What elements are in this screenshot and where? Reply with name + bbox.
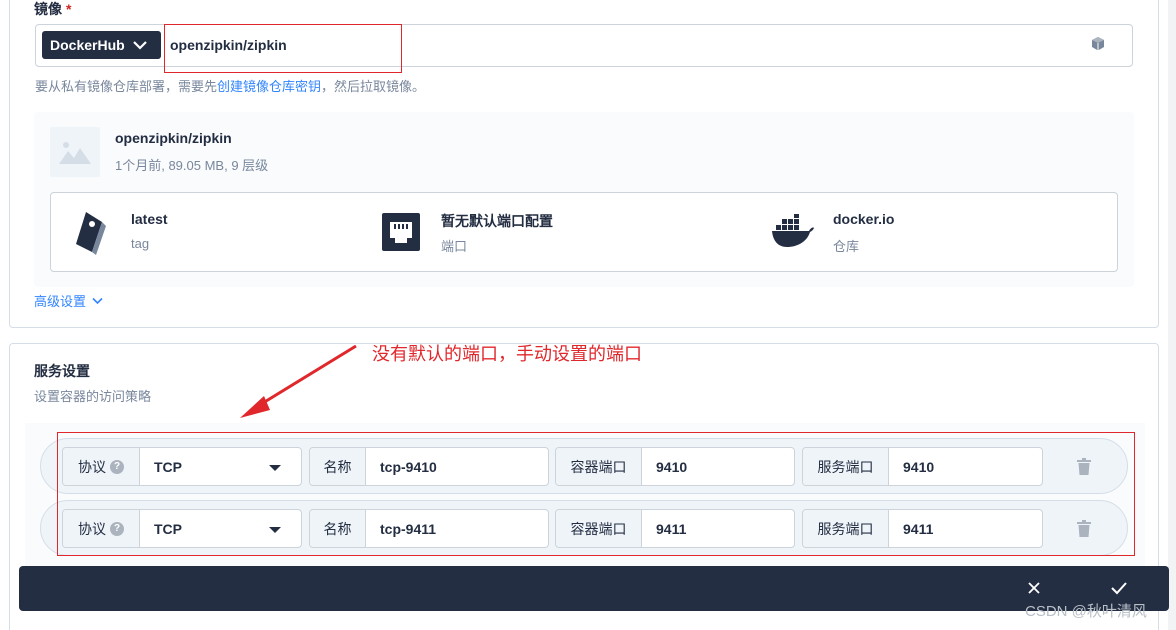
private-registry-hint: 要从私有镜像仓库部署，需要先创建镜像仓库密钥，然后拉取镜像。 bbox=[35, 76, 425, 95]
advanced-settings-toggle[interactable]: 高级设置 bbox=[34, 291, 103, 310]
check-icon[interactable] bbox=[1110, 580, 1128, 596]
service-settings-title: 服务设置 bbox=[34, 363, 90, 379]
image-placeholder bbox=[50, 127, 100, 177]
watermark: CSDN @秋叶清风 bbox=[1025, 603, 1147, 620]
create-secret-link[interactable]: 创建镜像仓库密钥 bbox=[217, 79, 321, 94]
registry-value: docker.io bbox=[833, 211, 895, 227]
tag-value: latest bbox=[131, 211, 168, 227]
required-mark: * bbox=[66, 1, 72, 17]
annotation-box-ports bbox=[57, 432, 1135, 556]
page-scrollbar[interactable] bbox=[1168, 0, 1176, 630]
annotation-note: 没有默认的端口，手动设置的端口 bbox=[372, 344, 642, 364]
registry-select-button[interactable]: DockerHub bbox=[42, 31, 161, 59]
annotation-arrow bbox=[240, 344, 357, 418]
port-label: 端口 bbox=[441, 239, 468, 254]
image-icon bbox=[59, 142, 91, 164]
service-settings-subtitle: 设置容器的访问策略 bbox=[34, 389, 152, 404]
docker-whale-icon bbox=[772, 214, 814, 247]
ethernet-port-icon bbox=[382, 213, 420, 251]
image-label-text: 镜像 bbox=[34, 1, 62, 17]
annotation-box-image bbox=[164, 24, 402, 73]
image-field-label: 镜像 * bbox=[34, 0, 71, 19]
hint-suffix: ，然后拉取镜像。 bbox=[321, 79, 426, 94]
image-detail-box bbox=[50, 192, 1118, 272]
chevron-down-icon bbox=[132, 41, 147, 50]
footer-action-bar bbox=[19, 566, 1169, 611]
hint-prefix: 要从私有镜像仓库部署，需要先 bbox=[35, 79, 218, 94]
image-name: openzipkin/zipkin bbox=[115, 130, 232, 146]
close-icon[interactable] bbox=[1026, 580, 1042, 596]
registry-select-label: DockerHub bbox=[50, 37, 125, 53]
port-value: 暂无默认端口配置 bbox=[441, 213, 553, 229]
image-meta: 1个月前, 89.05 MB, 9 层级 bbox=[115, 158, 269, 173]
registry-label: 仓库 bbox=[833, 239, 860, 254]
advanced-settings-label: 高级设置 bbox=[34, 294, 87, 309]
cube-icon[interactable] bbox=[1090, 36, 1106, 52]
tag-label: tag bbox=[131, 236, 150, 251]
tag-icon bbox=[76, 212, 106, 255]
chevron-down-icon bbox=[92, 297, 103, 304]
